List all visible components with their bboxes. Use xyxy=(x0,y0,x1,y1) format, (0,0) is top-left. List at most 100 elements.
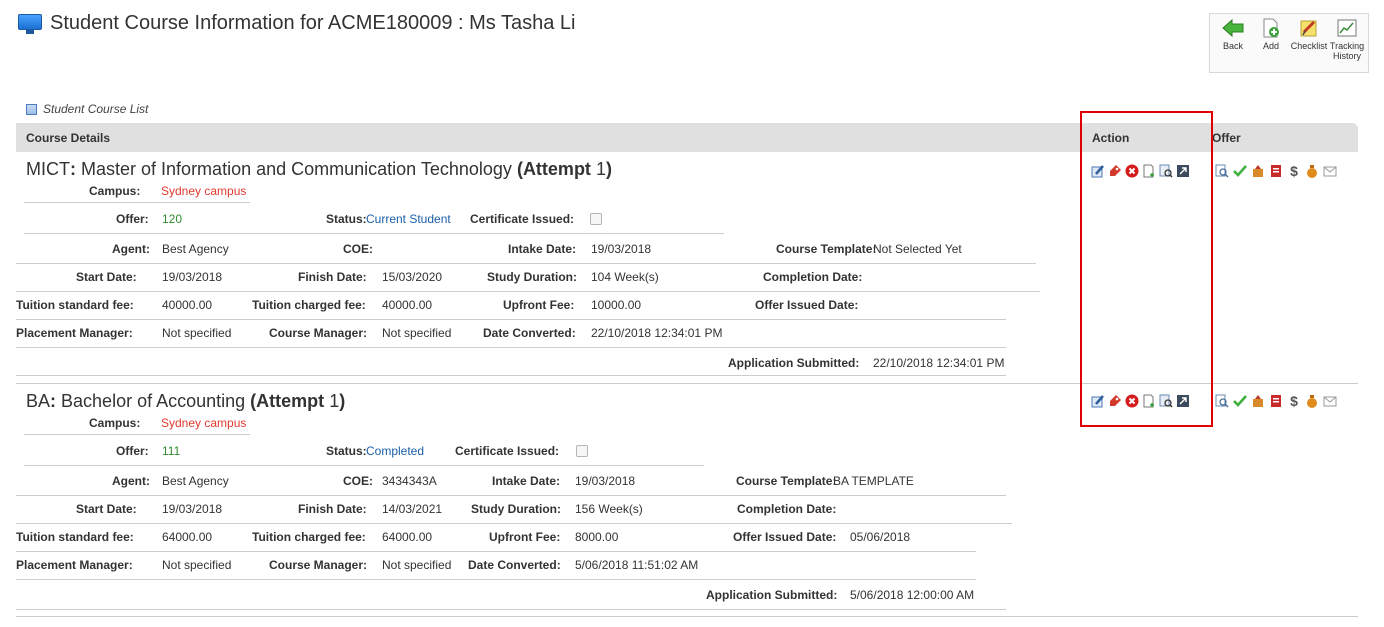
dollar-icon[interactable]: $ xyxy=(1287,163,1301,179)
checklist-button[interactable]: Checklist xyxy=(1290,18,1328,72)
coe-label: COE: xyxy=(343,242,373,256)
tuition-charged-fee-value: 40000.00 xyxy=(382,298,433,312)
upfront-fee-value: 8000.00 xyxy=(575,530,619,544)
preview-icon[interactable] xyxy=(1215,394,1229,408)
monitor-icon xyxy=(18,13,42,34)
upfront-fee-label: Upfront Fee: xyxy=(489,530,561,544)
tracking-chart-icon xyxy=(1336,18,1358,38)
course-template-value: Not Selected Yet xyxy=(873,242,962,256)
upfront-fee-label: Upfront Fee: xyxy=(503,298,575,312)
status-value: Completed xyxy=(366,444,425,458)
certificate-issued-checkbox[interactable] xyxy=(590,212,602,225)
tuition-standard-fee-label: Tuition standard fee: xyxy=(16,530,134,544)
start-date-value: 19/03/2018 xyxy=(162,502,223,516)
finish-date-label: Finish Date: xyxy=(298,502,367,516)
preview-icon[interactable] xyxy=(1215,164,1229,178)
coe-value: 3434343A xyxy=(382,474,437,488)
campus-label: Campus: xyxy=(89,184,141,198)
page-header: Student Course Information for ACME18000… xyxy=(18,12,575,35)
status-label: Status: xyxy=(326,212,367,226)
start-date-label: Start Date: xyxy=(76,270,137,284)
add-button[interactable]: Add xyxy=(1252,18,1290,72)
email-icon[interactable] xyxy=(1323,394,1337,408)
agent-label: Agent: xyxy=(112,474,150,488)
action-highlight-box xyxy=(1080,111,1213,427)
tuition-standard-fee-label: Tuition standard fee: xyxy=(16,298,134,312)
course-template-label: Course Template: xyxy=(736,474,837,488)
placement-manager-label: Placement Manager: xyxy=(16,326,133,340)
campus-label: Campus: xyxy=(89,416,141,430)
finish-date-value: 14/03/2021 xyxy=(382,502,443,516)
certificate-issued-label: Certificate Issued: xyxy=(470,212,575,226)
date-converted-value: 22/10/2018 12:34:01 PM xyxy=(591,326,723,340)
study-duration-value: 156 Week(s) xyxy=(575,502,643,516)
package-icon[interactable] xyxy=(1251,394,1265,408)
offer-value: 120 xyxy=(162,212,183,226)
course-manager-value: Not specified xyxy=(382,558,452,572)
page-title: Student Course Information for ACME18000… xyxy=(50,12,576,34)
tuition-standard-fee-value: 40000.00 xyxy=(162,298,213,312)
agent-value: Best Agency xyxy=(162,242,229,256)
course-manager-value: Not specified xyxy=(382,326,452,340)
intake-date-value: 19/03/2018 xyxy=(591,242,652,256)
offer-value: 111 xyxy=(162,444,181,458)
coe-label: COE: xyxy=(343,474,373,488)
pdf-icon[interactable] xyxy=(1269,164,1283,178)
approve-check-icon[interactable] xyxy=(1233,164,1247,178)
student-course-list-caption: Student Course List xyxy=(26,102,148,116)
offer-issued-date-value: 05/06/2018 xyxy=(850,530,911,544)
offer-issued-date-label: Offer Issued Date: xyxy=(733,530,837,544)
approve-check-icon[interactable] xyxy=(1233,394,1247,408)
back-button[interactable]: Back xyxy=(1214,18,1252,72)
agent-value: Best Agency xyxy=(162,474,229,488)
certificate-issued-checkbox[interactable] xyxy=(576,444,588,457)
certificate-issued-label: Certificate Issued: xyxy=(455,444,560,458)
application-submitted-label: Application Submitted: xyxy=(706,588,838,602)
package-icon[interactable] xyxy=(1251,164,1265,178)
dollar-icon[interactable]: $ xyxy=(1287,393,1301,409)
grid-icon xyxy=(26,103,37,115)
study-duration-label: Study Duration: xyxy=(471,502,561,516)
placement-manager-value: Not specified xyxy=(162,558,232,572)
course-heading: MICT: Master of Information and Communic… xyxy=(26,159,612,179)
money-bag-icon[interactable] xyxy=(1305,394,1319,408)
campus-value: Sydney campus xyxy=(161,416,247,430)
tracking-history-button[interactable]: Tracking History xyxy=(1328,18,1366,72)
intake-date-label: Intake Date: xyxy=(508,242,577,256)
start-date-value: 19/03/2018 xyxy=(162,270,223,284)
tuition-charged-fee-value: 64000.00 xyxy=(382,530,433,544)
course-template-label: Course Template: xyxy=(776,242,877,256)
checklist-icon xyxy=(1298,18,1320,38)
tuition-standard-fee-value: 64000.00 xyxy=(162,530,213,544)
application-submitted-value: 22/10/2018 12:34:01 PM xyxy=(873,356,1005,370)
date-converted-label: Date Converted: xyxy=(468,558,561,572)
intake-date-label: Intake Date: xyxy=(492,474,561,488)
money-bag-icon[interactable] xyxy=(1305,164,1319,178)
finish-date-label: Finish Date: xyxy=(298,270,367,284)
pdf-icon[interactable] xyxy=(1269,394,1283,408)
offer-label: Offer: xyxy=(116,212,149,226)
status-label: Status: xyxy=(326,444,367,458)
upfront-fee-value: 10000.00 xyxy=(591,298,642,312)
campus-value: Sydney campus xyxy=(161,184,247,198)
start-date-label: Start Date: xyxy=(76,502,137,516)
tuition-charged-fee-label: Tuition charged fee: xyxy=(252,530,366,544)
study-duration-value: 104 Week(s) xyxy=(591,270,659,284)
offer-label: Offer: xyxy=(116,444,149,458)
completion-date-label: Completion Date: xyxy=(737,502,837,516)
column-offer: Offer xyxy=(1212,131,1241,145)
list-caption-text: Student Course List xyxy=(43,102,149,116)
course-manager-label: Course Manager: xyxy=(269,558,368,572)
column-course-details: Course Details xyxy=(26,131,111,145)
date-converted-value: 5/06/2018 11:51:02 AM xyxy=(575,558,699,572)
add-document-icon xyxy=(1260,18,1282,38)
intake-date-value: 19/03/2018 xyxy=(575,474,636,488)
email-icon[interactable] xyxy=(1323,164,1337,178)
agent-label: Agent: xyxy=(112,242,150,256)
course-template-value: BA TEMPLATE xyxy=(833,474,914,488)
offer-icons: $ xyxy=(1215,393,1337,409)
application-submitted-value: 5/06/2018 12:00:00 AM xyxy=(850,588,975,602)
top-toolbar: Back Add Checklist Tracking History xyxy=(1209,13,1369,73)
course-manager-label: Course Manager: xyxy=(269,326,368,340)
status-value: Current Student xyxy=(366,212,451,226)
